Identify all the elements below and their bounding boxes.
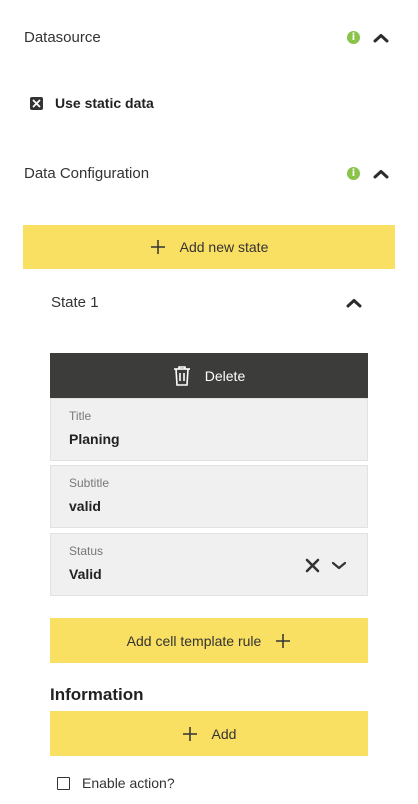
add-information-button[interactable]: Add [50,711,368,756]
use-static-data-label: Use static data [55,95,154,111]
delete-label: Delete [204,367,246,384]
add-new-state-label: Add new state [179,239,269,255]
status-select[interactable]: Status Valid [50,533,368,596]
chevron-up-icon[interactable] [372,32,390,44]
information-title: Information [50,685,144,704]
subtitle-field-value: valid [69,498,101,514]
enable-action-label: Enable action? [82,775,175,791]
info-icon[interactable]: i [347,31,360,44]
info-icon[interactable]: i [347,167,360,180]
status-select-label: Status [69,544,104,558]
use-static-data-checkbox[interactable]: Use static data [30,95,154,111]
chevron-up-icon[interactable] [372,168,390,180]
title-field-value: Planing [69,431,120,447]
trash-icon [173,365,190,386]
plus-icon [182,726,197,741]
state-title: State 1 [51,294,99,311]
delete-state-button[interactable]: Delete [50,353,368,398]
add-information-label: Add [211,725,237,742]
add-cell-template-rule-label: Add cell template rule [126,632,262,649]
plus-icon [150,240,165,254]
plus-icon [276,633,291,648]
add-new-state-button[interactable]: Add new state [23,225,395,269]
datasource-title: Datasource [24,29,101,46]
subtitle-field-label: Subtitle [69,476,110,490]
subtitle-field[interactable]: Subtitle valid [50,465,368,528]
clear-icon[interactable] [305,558,320,573]
chevron-down-icon[interactable] [330,560,348,571]
title-field[interactable]: Title Planing [50,398,368,461]
title-field-label: Title [69,409,92,423]
chevron-up-icon[interactable] [345,297,363,309]
checkbox-x-icon [30,96,43,110]
add-cell-template-rule-button[interactable]: Add cell template rule [50,618,368,663]
data-configuration-title: Data Configuration [24,165,150,182]
checkbox-empty-icon [57,776,70,790]
enable-action-checkbox[interactable]: Enable action? [57,775,175,791]
status-select-value: Valid [69,566,102,582]
